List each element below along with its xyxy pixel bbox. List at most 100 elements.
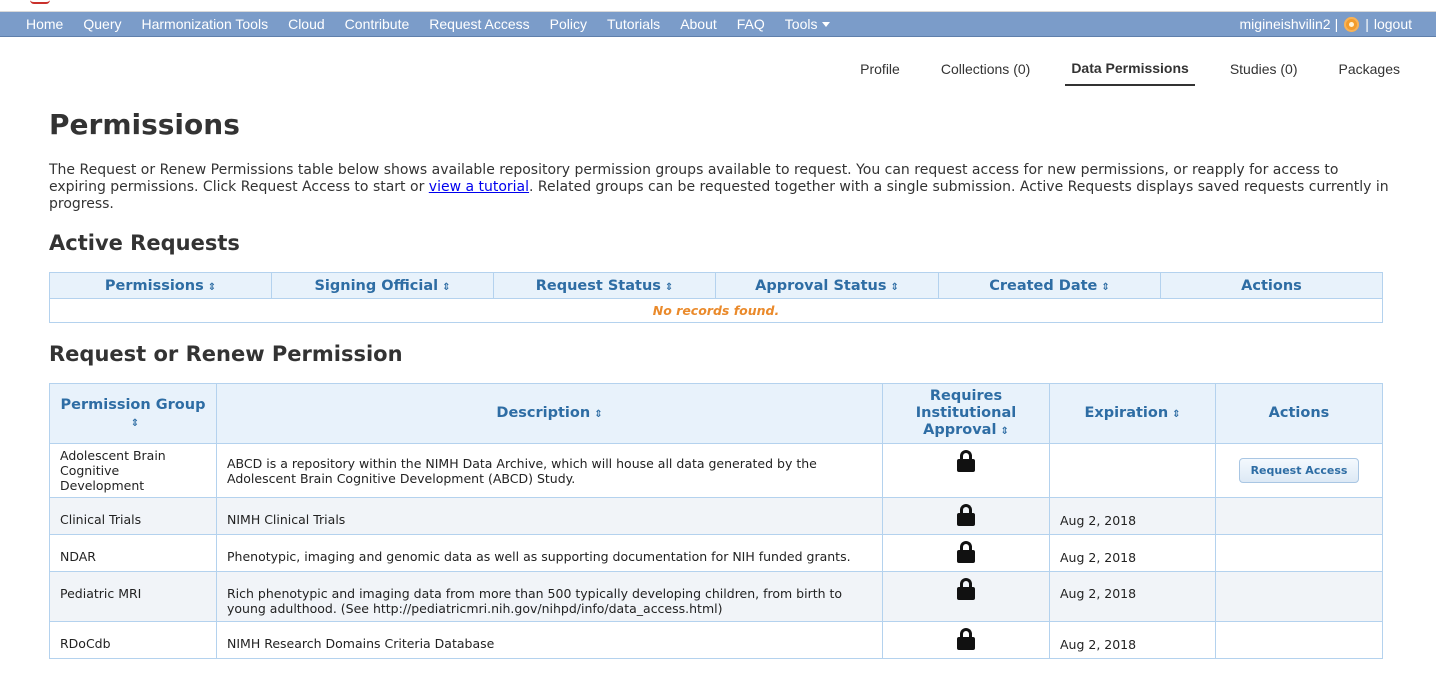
tutorial-link[interactable]: view a tutorial: [429, 179, 529, 195]
expiration-cell: Aug 2, 2018: [1049, 534, 1216, 572]
actions-cell: [1215, 571, 1383, 622]
nav-separator: |: [1334, 16, 1339, 32]
nav-tools-dropdown[interactable]: Tools: [775, 16, 841, 32]
table-row: RDoCdb NIMH Research Domains Criteria Da…: [49, 621, 1383, 659]
sort-icon: ⇕: [594, 409, 603, 420]
description-cell: Phenotypic, imaging and genomic data as …: [216, 534, 883, 572]
main-navbar: Home Query Harmonization Tools Cloud Con…: [0, 12, 1436, 37]
column-header-actions: Actions: [1215, 383, 1383, 444]
column-header-request-status[interactable]: Request Status ⇕: [493, 272, 716, 299]
column-label: Permission Group: [60, 396, 206, 413]
actions-cell: [1215, 497, 1383, 535]
lock-icon: [957, 541, 975, 563]
user-menu: migineishvilin2 | | logout: [1240, 16, 1436, 32]
column-label: Signing Official: [314, 277, 439, 294]
column-header-permissions[interactable]: Permissions ⇕: [49, 272, 272, 299]
nav-about[interactable]: About: [670, 16, 727, 32]
column-label: Actions: [1268, 405, 1330, 421]
nav-query[interactable]: Query: [73, 16, 131, 32]
sort-icon: ⇕: [1000, 426, 1009, 437]
nav-separator: |: [1365, 16, 1369, 32]
expiration-cell: Aug 2, 2018: [1049, 621, 1216, 659]
column-header-description[interactable]: Description ⇕: [216, 383, 883, 444]
column-header-expiration[interactable]: Expiration ⇕: [1049, 383, 1216, 444]
nav-menu: Home Query Harmonization Tools Cloud Con…: [0, 12, 840, 36]
active-requests-table: Permissions ⇕ Signing Official ⇕ Request S…: [49, 272, 1383, 323]
column-header-requires-approval[interactable]: Requires Institutional Approval ⇕: [882, 383, 1050, 444]
browser-top-strip: [0, 0, 1436, 12]
sort-icon: ⇕: [1172, 409, 1181, 420]
table-row: Pediatric MRI Rich phenotypic and imagin…: [49, 571, 1383, 622]
expiration-cell: Aug 2, 2018: [1049, 497, 1216, 535]
actions-cell: Request Access: [1215, 443, 1383, 498]
nav-contribute[interactable]: Contribute: [335, 16, 420, 32]
requires-approval-cell: [882, 497, 1050, 535]
lock-icon: [957, 450, 975, 472]
column-label: Description: [496, 405, 591, 421]
expiration-cell: [1049, 443, 1216, 498]
requires-approval-cell: [882, 621, 1050, 659]
nav-tutorials[interactable]: Tutorials: [597, 16, 670, 32]
column-header-signing-official[interactable]: Signing Official ⇕: [271, 272, 494, 299]
permission-group-cell: NDAR: [49, 534, 217, 572]
column-label: Permissions: [104, 277, 204, 294]
nav-cloud[interactable]: Cloud: [278, 16, 335, 32]
page-title: Permissions: [49, 108, 240, 141]
expiration-cell: Aug 2, 2018: [1049, 571, 1216, 622]
column-header-created-date[interactable]: Created Date ⇕: [938, 272, 1161, 299]
actions-cell: [1215, 621, 1383, 659]
description-cell: ABCD is a repository within the NIMH Dat…: [216, 443, 883, 498]
column-header-approval-status[interactable]: Approval Status ⇕: [715, 272, 939, 299]
requires-approval-cell: [882, 443, 1050, 498]
sort-icon: ⇕: [1101, 281, 1110, 293]
sort-icon: ⇕: [442, 281, 451, 293]
empty-message: No records found.: [49, 298, 1383, 323]
table-header-row: Permissions ⇕ Signing Official ⇕ Request S…: [49, 272, 1383, 299]
lock-icon: [957, 628, 975, 650]
tab-packages[interactable]: Packages: [1333, 57, 1406, 85]
requires-approval-cell: [882, 571, 1050, 622]
column-label: Actions: [1241, 277, 1302, 294]
column-header-permission-group[interactable]: Permission Group ⇕: [49, 383, 217, 444]
tab-studies[interactable]: Studies (0): [1224, 57, 1304, 85]
nav-harmonization-tools[interactable]: Harmonization Tools: [131, 16, 278, 32]
request-access-button[interactable]: Request Access: [1238, 458, 1360, 483]
request-renew-table: Permission Group ⇕ Description ⇕ Requires …: [49, 383, 1383, 659]
settings-sun-icon[interactable]: [1344, 16, 1360, 32]
tab-profile[interactable]: Profile: [854, 57, 906, 85]
column-header-actions: Actions: [1160, 272, 1383, 299]
lock-icon: [957, 578, 975, 600]
sort-icon: ⇕: [664, 281, 674, 293]
description-cell: NIMH Clinical Trials: [216, 497, 883, 535]
table-row: Adolescent Brain Cognitive Development A…: [49, 443, 1383, 498]
table-row: No records found.: [49, 298, 1383, 323]
sort-icon: ⇕: [207, 281, 217, 293]
username-link[interactable]: migineishvilin2: [1240, 16, 1331, 32]
table-header-row: Permission Group ⇕ Description ⇕ Requires …: [49, 383, 1383, 444]
table-row: NDAR Phenotypic, imaging and genomic dat…: [49, 534, 1383, 572]
sort-icon: ⇕: [890, 281, 899, 293]
lock-icon: [957, 504, 975, 526]
logout-link[interactable]: logout: [1374, 16, 1412, 32]
permission-group-cell: Adolescent Brain Cognitive Development: [49, 443, 217, 498]
actions-cell: [1215, 534, 1383, 572]
nav-policy[interactable]: Policy: [540, 16, 597, 32]
permission-group-cell: Clinical Trials: [49, 497, 217, 535]
permission-group-cell: RDoCdb: [49, 621, 217, 659]
nav-request-access[interactable]: Request Access: [419, 16, 539, 32]
profile-subtabs: Profile Collections (0) Data Permissions…: [825, 56, 1406, 86]
request-renew-heading: Request or Renew Permission: [49, 342, 403, 366]
intro-paragraph: The Request or Renew Permissions table b…: [49, 162, 1389, 213]
tab-data-permissions[interactable]: Data Permissions: [1065, 56, 1195, 86]
nav-home[interactable]: Home: [0, 16, 73, 32]
nav-tools-label: Tools: [784, 16, 818, 32]
nav-faq[interactable]: FAQ: [727, 16, 775, 32]
column-label: Approval Status: [755, 277, 887, 294]
permission-group-cell: Pediatric MRI: [49, 571, 217, 622]
tab-collections[interactable]: Collections (0): [935, 57, 1036, 85]
table-row: Clinical Trials NIMH Clinical Trials Aug…: [49, 497, 1383, 535]
chevron-down-icon: [822, 21, 831, 27]
sort-icon: ⇕: [130, 417, 140, 429]
requires-approval-cell: [882, 534, 1050, 572]
description-cell: Rich phenotypic and imaging data from mo…: [216, 571, 883, 622]
